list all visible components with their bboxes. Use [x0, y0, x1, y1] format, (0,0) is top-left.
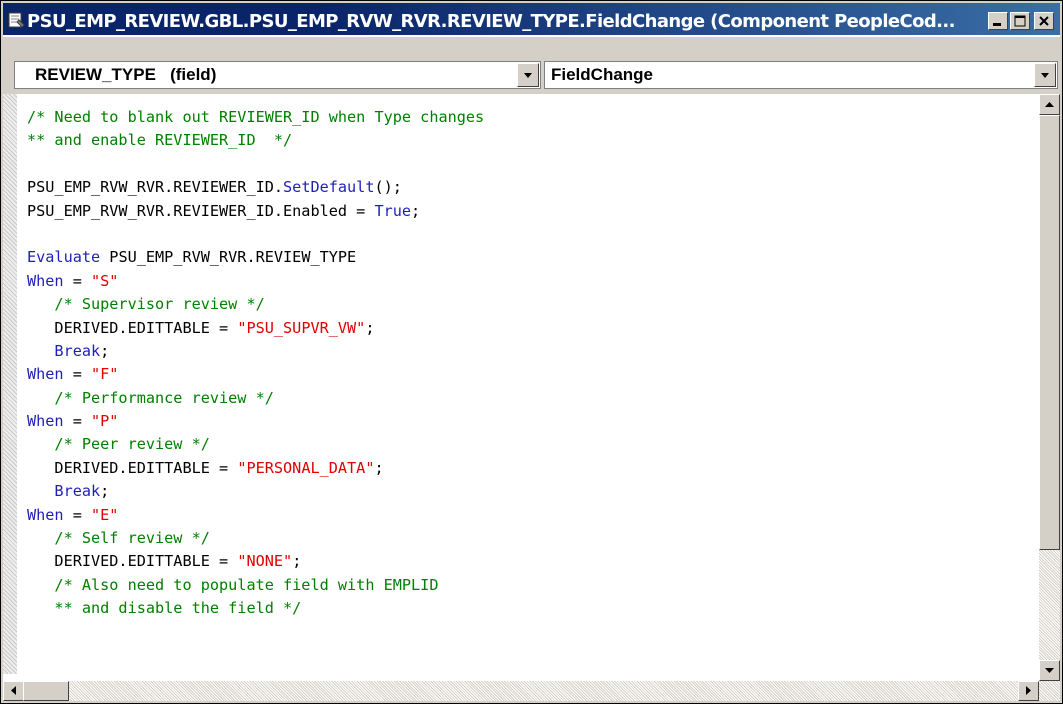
code-line: When = "P" — [27, 410, 484, 433]
code-line: /* Supervisor review */ — [27, 293, 484, 316]
minimize-button[interactable] — [988, 12, 1008, 30]
code-token: ; — [411, 201, 421, 220]
code-line: ** and disable the field */ — [27, 597, 484, 620]
code-token: DERIVED.EDITTABLE = — [27, 458, 238, 477]
code-line: Break; — [27, 340, 484, 363]
code-token: = — [63, 505, 92, 524]
code-token: /* Performance review */ — [27, 388, 274, 407]
code-token: = — [63, 271, 92, 290]
code-token: "NONE" — [237, 552, 293, 571]
event-select-value: FieldChange — [551, 65, 654, 84]
code-token: ; — [100, 341, 110, 360]
code-line: DERIVED.EDITTABLE = "PSU_SUPVR_VW"; — [27, 317, 484, 340]
code-line: /* Performance review */ — [27, 387, 484, 410]
code-token: "P" — [91, 412, 119, 431]
code-line: Break; — [27, 480, 484, 503]
code-token: "E" — [91, 505, 119, 524]
code-line: PSU_EMP_RVW_RVR.REVIEWER_ID.SetDefault()… — [27, 176, 484, 199]
code-line: DERIVED.EDITTABLE = "NONE"; — [27, 550, 484, 573]
code-text[interactable]: /* Need to blank out REVIEWER_ID when Ty… — [27, 106, 484, 621]
field-select-value: REVIEW_TYPE (field) — [35, 65, 217, 84]
code-token: DERIVED.EDITTABLE = — [27, 318, 238, 337]
code-line: DERIVED.EDITTABLE = "PERSONAL_DATA"; — [27, 457, 484, 480]
scroll-left-button[interactable] — [3, 681, 24, 701]
window-title: PSU_EMP_REVIEW.GBL.PSU_EMP_RVW_RVR.REVIE… — [27, 11, 955, 32]
code-token: When — [27, 412, 64, 431]
code-token: /* Self review */ — [27, 529, 210, 548]
scroll-up-button[interactable] — [1039, 94, 1060, 115]
code-line: Evaluate PSU_EMP_RVW_RVR.REVIEW_TYPE — [27, 246, 484, 269]
code-editor[interactable]: /* Need to blank out REVIEWER_ID when Ty… — [3, 94, 1060, 701]
code-token: ; — [374, 458, 384, 477]
code-line: ** and enable REVIEWER_ID */ — [27, 129, 484, 152]
horizontal-scroll-thumb[interactable] — [23, 681, 69, 701]
code-token: Break — [27, 341, 101, 360]
chevron-down-icon — [1041, 73, 1049, 78]
arrow-up-icon — [1045, 102, 1054, 107]
minimize-icon — [993, 23, 1001, 26]
code-line: /* Need to blank out REVIEWER_ID when Ty… — [27, 106, 484, 129]
code-token: ; — [292, 552, 302, 571]
arrow-down-icon — [1045, 668, 1054, 673]
vertical-scroll-thumb[interactable] — [1039, 115, 1060, 550]
code-line: /* Peer review */ — [27, 433, 484, 456]
code-token: "F" — [91, 365, 119, 384]
code-line: PSU_EMP_RVW_RVR.REVIEWER_ID.Enabled = Tr… — [27, 200, 484, 223]
horizontal-scrollbar[interactable] — [3, 681, 1039, 701]
code-line: When = "E" — [27, 504, 484, 527]
code-token: /* Supervisor review */ — [27, 295, 265, 314]
code-line: When = "F" — [27, 363, 484, 386]
event-select-dropdown-button[interactable] — [1034, 63, 1056, 87]
code-token: Break — [27, 482, 101, 501]
code-token: Evaluate — [27, 248, 101, 267]
document-icon — [8, 12, 25, 28]
field-select-dropdown-button[interactable] — [517, 63, 539, 87]
code-editor-window: PSU_EMP_REVIEW.GBL.PSU_EMP_RVW_RVR.REVIE… — [0, 0, 1063, 704]
code-line — [27, 223, 484, 246]
code-token: True — [374, 201, 412, 220]
code-line: /* Self review */ — [27, 527, 484, 550]
arrow-left-icon — [11, 686, 16, 695]
code-token: When — [27, 271, 64, 290]
scroll-down-button[interactable] — [1039, 660, 1060, 681]
code-token: /* Peer review */ — [27, 435, 210, 454]
chevron-down-icon — [524, 73, 532, 78]
code-token: ; — [365, 318, 375, 337]
code-token: SetDefault — [283, 178, 375, 197]
maximize-button[interactable] — [1010, 12, 1030, 30]
code-token: = — [63, 412, 92, 431]
code-token: PSU_EMP_RVW_RVR.REVIEW_TYPE — [100, 248, 357, 267]
code-token: When — [27, 505, 64, 524]
close-button[interactable] — [1034, 12, 1054, 30]
code-token: "PSU_SUPVR_VW" — [237, 318, 366, 337]
code-token: = — [63, 365, 92, 384]
code-token: "S" — [91, 271, 119, 290]
code-token: PSU_EMP_RVW_RVR.REVIEWER_ID. — [27, 178, 284, 197]
field-select[interactable]: REVIEW_TYPE (field) — [14, 61, 541, 89]
code-token: (); — [374, 178, 402, 197]
code-line — [27, 153, 484, 176]
code-line: /* Also need to populate field with EMPL… — [27, 574, 484, 597]
code-line: When = "S" — [27, 270, 484, 293]
event-select[interactable]: FieldChange — [544, 61, 1058, 89]
code-token: /* Need to blank out REVIEWER_ID when Ty… — [27, 108, 485, 126]
code-token: ** and enable REVIEWER_ID */ — [27, 131, 293, 150]
code-token: PSU_EMP_RVW_RVR.REVIEWER_ID.Enabled = — [27, 201, 375, 220]
code-token: When — [27, 365, 64, 384]
code-token: "PERSONAL_DATA" — [237, 458, 375, 477]
maximize-icon — [1014, 15, 1026, 27]
code-token: DERIVED.EDITTABLE = — [27, 552, 238, 571]
arrow-right-icon — [1026, 686, 1031, 695]
code-token: ** and disable the field */ — [27, 599, 302, 618]
close-icon — [1039, 16, 1049, 26]
editor-gutter — [3, 94, 17, 674]
title-bar[interactable]: PSU_EMP_REVIEW.GBL.PSU_EMP_RVW_RVR.REVIE… — [3, 3, 1060, 37]
scroll-right-button[interactable] — [1018, 681, 1039, 701]
scroll-corner — [1039, 681, 1060, 701]
code-token: ; — [100, 482, 110, 501]
code-token: /* Also need to populate field with EMPL… — [27, 575, 439, 594]
